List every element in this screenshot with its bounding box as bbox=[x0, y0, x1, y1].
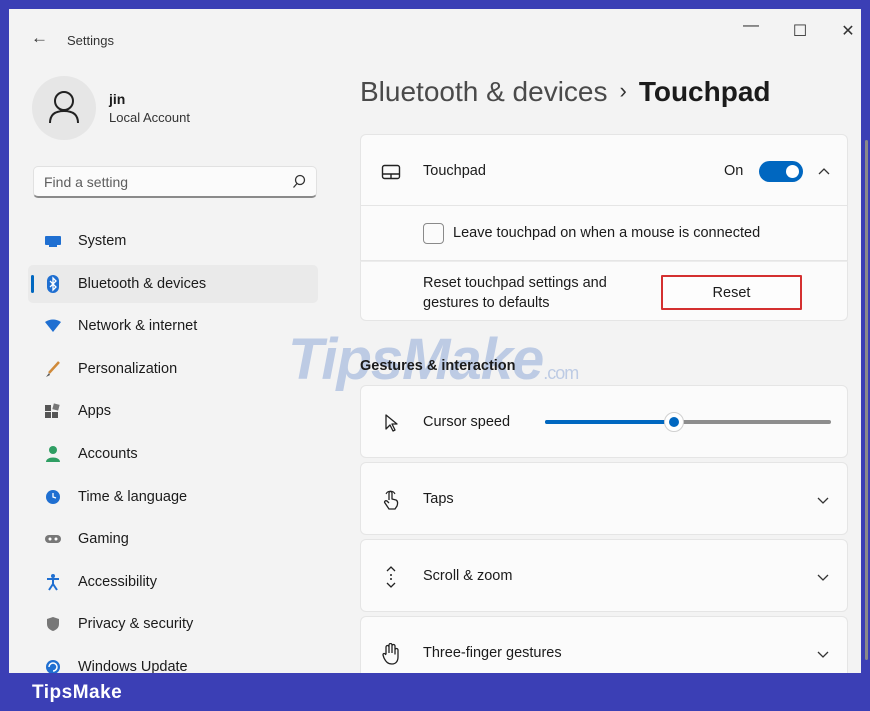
reset-button[interactable]: Reset bbox=[661, 275, 802, 310]
reset-touchpad-row: Reset touchpad settings and gestures to … bbox=[360, 261, 848, 321]
scroll-icon bbox=[380, 566, 402, 588]
footer-brand: TipsMake bbox=[32, 682, 123, 703]
three-finger-label: Three-finger gestures bbox=[423, 645, 562, 661]
breadcrumb-parent[interactable]: Bluetooth & devices bbox=[360, 76, 608, 107]
person-icon bbox=[44, 445, 62, 463]
brush-icon bbox=[44, 360, 62, 378]
page-title: Touchpad bbox=[638, 76, 771, 107]
sidebar-item-apps[interactable]: Apps bbox=[28, 392, 318, 430]
leave-touchpad-on-row: Leave touchpad on when a mouse is connec… bbox=[360, 206, 848, 261]
scrollbar[interactable] bbox=[865, 140, 868, 660]
toggle-knob bbox=[786, 165, 799, 178]
search-input[interactable] bbox=[34, 167, 274, 197]
wifi-icon bbox=[44, 317, 62, 335]
sidebar-item-accessibility[interactable]: Accessibility bbox=[28, 563, 318, 601]
cursor-speed-card: Cursor speed bbox=[360, 385, 848, 458]
maximize-button[interactable]: ☐ bbox=[790, 21, 810, 41]
taps-card[interactable]: Taps bbox=[360, 462, 848, 535]
sidebar-item-accounts[interactable]: Accounts bbox=[28, 435, 318, 473]
close-button[interactable]: ✕ bbox=[838, 21, 858, 41]
sidebar-item-network[interactable]: Network & internet bbox=[28, 307, 318, 345]
section-heading: Gestures & interaction bbox=[360, 358, 516, 374]
sidebar-item-label: Apps bbox=[78, 403, 112, 420]
app-title: Settings bbox=[67, 33, 114, 48]
sidebar-item-system[interactable]: System bbox=[28, 222, 318, 260]
chevron-down-icon[interactable] bbox=[816, 570, 830, 588]
monitor-icon bbox=[44, 232, 62, 250]
sidebar-item-label: Bluetooth & devices bbox=[78, 275, 207, 292]
minimize-button[interactable]: — bbox=[741, 17, 761, 35]
touchpad-label: Touchpad bbox=[423, 163, 486, 179]
cursor-speed-label: Cursor speed bbox=[423, 414, 511, 430]
reset-description: Reset touchpad settings and gestures to … bbox=[423, 275, 607, 311]
chevron-down-icon[interactable] bbox=[816, 493, 830, 511]
touchpad-card[interactable]: Touchpad On bbox=[360, 134, 848, 206]
sidebar-item-label: Gaming bbox=[78, 531, 129, 548]
sidebar-item-label: Privacy & security bbox=[78, 616, 194, 633]
sidebar-item-bluetooth[interactable]: Bluetooth & devices bbox=[28, 264, 318, 303]
breadcrumb: Bluetooth & devices › Touchpad bbox=[360, 76, 771, 108]
person-icon bbox=[49, 91, 79, 124]
gamepad-icon bbox=[44, 530, 62, 548]
hand-icon bbox=[380, 643, 402, 665]
three-finger-card[interactable]: Three-finger gestures bbox=[360, 616, 848, 676]
slider-thumb[interactable] bbox=[663, 412, 684, 432]
scroll-zoom-card[interactable]: Scroll & zoom bbox=[360, 539, 848, 612]
slider-fill bbox=[545, 420, 674, 424]
account-type: Local Account bbox=[109, 110, 190, 125]
globe-clock-icon bbox=[44, 488, 62, 506]
back-button[interactable]: ← bbox=[31, 28, 48, 48]
tap-hand-icon bbox=[380, 489, 402, 511]
apps-icon bbox=[44, 402, 62, 420]
sidebar-item-label: System bbox=[78, 233, 127, 249]
breadcrumb-separator: › bbox=[619, 78, 627, 103]
toggle-state-label: On bbox=[724, 163, 744, 179]
sidebar-item-time-language[interactable]: Time & language bbox=[28, 478, 318, 516]
shield-icon bbox=[44, 615, 62, 633]
title-bar: ← Settings — ☐ ✕ bbox=[9, 9, 861, 61]
touchpad-toggle[interactable] bbox=[759, 161, 803, 182]
sidebar-item-gaming[interactable]: Gaming bbox=[28, 520, 318, 558]
user-name: jin bbox=[109, 91, 126, 107]
leave-touchpad-on-checkbox[interactable] bbox=[423, 223, 444, 244]
scroll-zoom-label: Scroll & zoom bbox=[423, 568, 513, 584]
avatar[interactable] bbox=[32, 76, 96, 140]
sidebar-item-label: Network & internet bbox=[78, 318, 198, 335]
sidebar-item-label: Time & language bbox=[78, 488, 188, 505]
search-icon[interactable] bbox=[292, 174, 306, 195]
leave-touchpad-on-label[interactable]: Leave touchpad on when a mouse is connec… bbox=[453, 225, 760, 241]
chevron-up-icon[interactable] bbox=[817, 163, 831, 181]
sidebar-item-privacy[interactable]: Privacy & security bbox=[28, 605, 318, 643]
selection-indicator bbox=[31, 274, 34, 293]
sidebar-item-label: Personalization bbox=[78, 360, 178, 377]
footer-banner: TipsMake bbox=[0, 673, 870, 711]
search-box[interactable] bbox=[33, 166, 317, 198]
sidebar-nav: System Bluetooth & devices Network & int… bbox=[28, 222, 318, 691]
sidebar-item-label: Accessibility bbox=[78, 573, 157, 590]
sidebar-item-label: Accounts bbox=[78, 445, 138, 462]
chevron-down-icon[interactable] bbox=[816, 647, 830, 665]
cursor-speed-slider[interactable] bbox=[545, 412, 831, 432]
touchpad-icon bbox=[380, 161, 402, 183]
bluetooth-icon bbox=[44, 274, 62, 293]
sidebar-item-personalization[interactable]: Personalization bbox=[28, 350, 318, 388]
taps-label: Taps bbox=[423, 491, 454, 507]
cursor-icon bbox=[380, 412, 402, 434]
accessibility-icon bbox=[44, 573, 62, 591]
